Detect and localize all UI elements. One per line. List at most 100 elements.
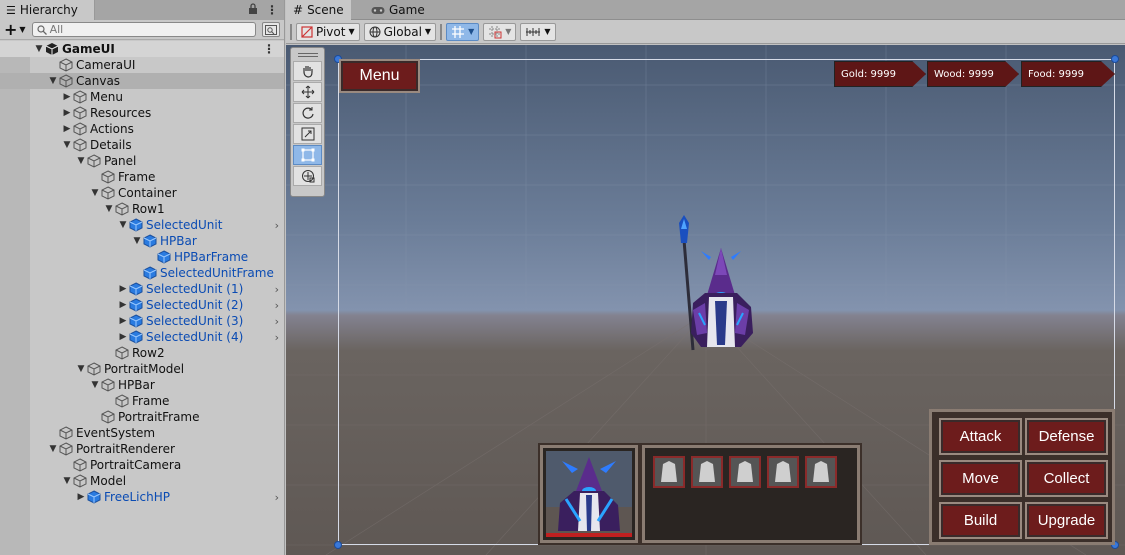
hierarchy-row[interactable]: ▼ PortraitRenderer [0, 441, 284, 457]
expand-arrow-icon[interactable]: ▼ [61, 140, 73, 150]
scale-tool-button[interactable] [293, 124, 322, 144]
hierarchy-row[interactable]: ▼ Model [0, 473, 284, 489]
tab-game[interactable]: Game [364, 0, 432, 20]
prefab-cube-icon [129, 314, 143, 328]
rect-handle-bottom-left[interactable] [334, 541, 342, 549]
rotate-tool-button[interactable] [293, 103, 322, 123]
hierarchy-row[interactable]: ▶ SelectedUnit (1) › [0, 281, 284, 297]
selected-unit-slot[interactable] [805, 456, 837, 488]
lock-icon[interactable] [248, 3, 258, 17]
hand-tool-button[interactable] [293, 61, 322, 81]
expand-arrow-icon[interactable]: ▼ [75, 156, 87, 166]
collapse-arrow-icon[interactable]: ▶ [61, 108, 73, 118]
hierarchy-row[interactable]: Row2 [0, 345, 284, 361]
expand-arrow-icon[interactable]: ▼ [103, 204, 115, 214]
gamepad-icon [371, 6, 385, 14]
grid-snap-toggle[interactable]: ▼ [446, 22, 480, 41]
hierarchy-row[interactable]: ▶ FreeLichHP › [0, 489, 284, 505]
hierarchy-row[interactable]: ▶ Menu [0, 89, 284, 105]
prefab-open-chevron-icon[interactable]: › [275, 299, 279, 312]
hierarchy-row[interactable]: ▼ Canvas [0, 73, 284, 89]
hierarchy-row[interactable]: ▼ Container [0, 185, 284, 201]
attack-button[interactable]: Attack [939, 418, 1022, 455]
gameobject-cube-icon [101, 378, 115, 392]
expand-arrow-icon[interactable]: ▼ [47, 76, 59, 86]
prefab-open-chevron-icon[interactable]: › [275, 315, 279, 328]
search-input[interactable]: All [31, 22, 256, 37]
selected-unit-slot[interactable] [767, 456, 799, 488]
scene-menu-icon[interactable]: ⋮ [263, 42, 275, 56]
hierarchy-row[interactable]: ▶ SelectedUnit (2) › [0, 297, 284, 313]
hierarchy-row[interactable]: ▼ PortraitModel [0, 361, 284, 377]
expand-arrow-icon[interactable]: ▼ [131, 236, 143, 246]
hierarchy-row[interactable]: Frame [0, 393, 284, 409]
ruler-dropdown[interactable]: ▼ [520, 22, 556, 41]
hierarchy-row[interactable]: Frame [0, 169, 284, 185]
move-tool-button[interactable] [293, 82, 322, 102]
expand-arrow-icon[interactable]: ▼ [47, 444, 59, 454]
expand-arrow-icon[interactable]: ▼ [33, 44, 45, 54]
hierarchy-row-label: Row1 [132, 202, 165, 216]
hierarchy-row[interactable]: ▶ Actions [0, 121, 284, 137]
collect-button[interactable]: Collect [1025, 460, 1108, 497]
expand-arrow-icon[interactable]: ▼ [89, 380, 101, 390]
chevron-down-icon[interactable]: ▼ [468, 27, 474, 36]
collapse-arrow-icon[interactable]: ▶ [61, 92, 73, 102]
hierarchy-row[interactable]: ▼ Row1 [0, 201, 284, 217]
hierarchy-row[interactable]: ▼ HPBar [0, 377, 284, 393]
hierarchy-row[interactable]: ▼ HPBar [0, 233, 284, 249]
list-icon: ☰ [6, 3, 16, 17]
tab-hierarchy[interactable]: ☰ Hierarchy [0, 0, 95, 20]
tab-scene[interactable]: # Scene [286, 0, 351, 20]
collapse-arrow-icon[interactable]: ▶ [117, 300, 129, 310]
selected-unit-slot[interactable] [653, 456, 685, 488]
hierarchy-row[interactable]: ▶ SelectedUnit (3) › [0, 313, 284, 329]
hierarchy-row[interactable]: HPBarFrame [0, 249, 284, 265]
build-button[interactable]: Build [939, 502, 1022, 539]
prefab-open-chevron-icon[interactable]: › [275, 491, 279, 504]
chevron-down-icon[interactable]: ▼ [505, 27, 511, 36]
collapse-arrow-icon[interactable]: ▶ [117, 316, 129, 326]
add-dropdown-icon[interactable]: ▼ [19, 25, 25, 34]
collapse-arrow-icon[interactable]: ▶ [117, 284, 129, 294]
collapse-arrow-icon[interactable]: ▶ [61, 124, 73, 134]
scene-root-row[interactable]: ▼ GameUI ⋮ [0, 41, 284, 57]
hierarchy-row[interactable]: ▼ Panel [0, 153, 284, 169]
hierarchy-row[interactable]: ▼ Details [0, 137, 284, 153]
increment-snap-toggle[interactable]: ▼ [483, 22, 517, 41]
hierarchy-row[interactable]: SelectedUnitFrame [0, 265, 284, 281]
prefab-open-chevron-icon[interactable]: › [275, 219, 279, 232]
transform-tool-button[interactable] [293, 166, 322, 186]
selected-unit-slot[interactable] [691, 456, 723, 488]
menu-button[interactable]: Menu [339, 59, 420, 93]
expand-arrow-icon[interactable]: ▼ [89, 188, 101, 198]
hierarchy-row[interactable]: ▶ SelectedUnit (4) › [0, 329, 284, 345]
gameobject-cube-icon [101, 186, 115, 200]
add-icon[interactable]: + [4, 21, 17, 38]
selected-unit-slot[interactable] [729, 456, 761, 488]
collapse-arrow-icon[interactable]: ▶ [117, 332, 129, 342]
global-dropdown[interactable]: Global ▼ [363, 22, 437, 41]
rect-tool-button[interactable] [293, 145, 322, 165]
hierarchy-row[interactable]: CameraUI [0, 57, 284, 73]
rect-handle-top-right[interactable] [1111, 55, 1119, 63]
expand-arrow-icon[interactable]: ▼ [117, 220, 129, 230]
hierarchy-row[interactable]: PortraitCamera [0, 457, 284, 473]
pivot-dropdown[interactable]: Pivot ▼ [296, 22, 360, 41]
hierarchy-row[interactable]: ▼ SelectedUnit › [0, 217, 284, 233]
search-by-type-button[interactable] [262, 22, 280, 37]
scene-viewport[interactable]: Menu Gold: 9999 Wood: 9999 Food: 9999 At… [286, 45, 1125, 555]
move-button[interactable]: Move [939, 460, 1022, 497]
defense-button[interactable]: Defense [1025, 418, 1108, 455]
hierarchy-row[interactable]: ▶ Resources [0, 105, 284, 121]
prefab-open-chevron-icon[interactable]: › [275, 331, 279, 344]
prefab-open-chevron-icon[interactable]: › [275, 283, 279, 296]
more-options-icon[interactable]: ⋮ [266, 3, 278, 17]
hierarchy-row[interactable]: EventSystem [0, 425, 284, 441]
expand-arrow-icon[interactable]: ▼ [75, 364, 87, 374]
upgrade-button[interactable]: Upgrade [1025, 502, 1108, 539]
tools-drag-handle[interactable] [297, 53, 318, 57]
collapse-arrow-icon[interactable]: ▶ [75, 492, 87, 502]
hierarchy-row[interactable]: PortraitFrame [0, 409, 284, 425]
expand-arrow-icon[interactable]: ▼ [61, 476, 73, 486]
